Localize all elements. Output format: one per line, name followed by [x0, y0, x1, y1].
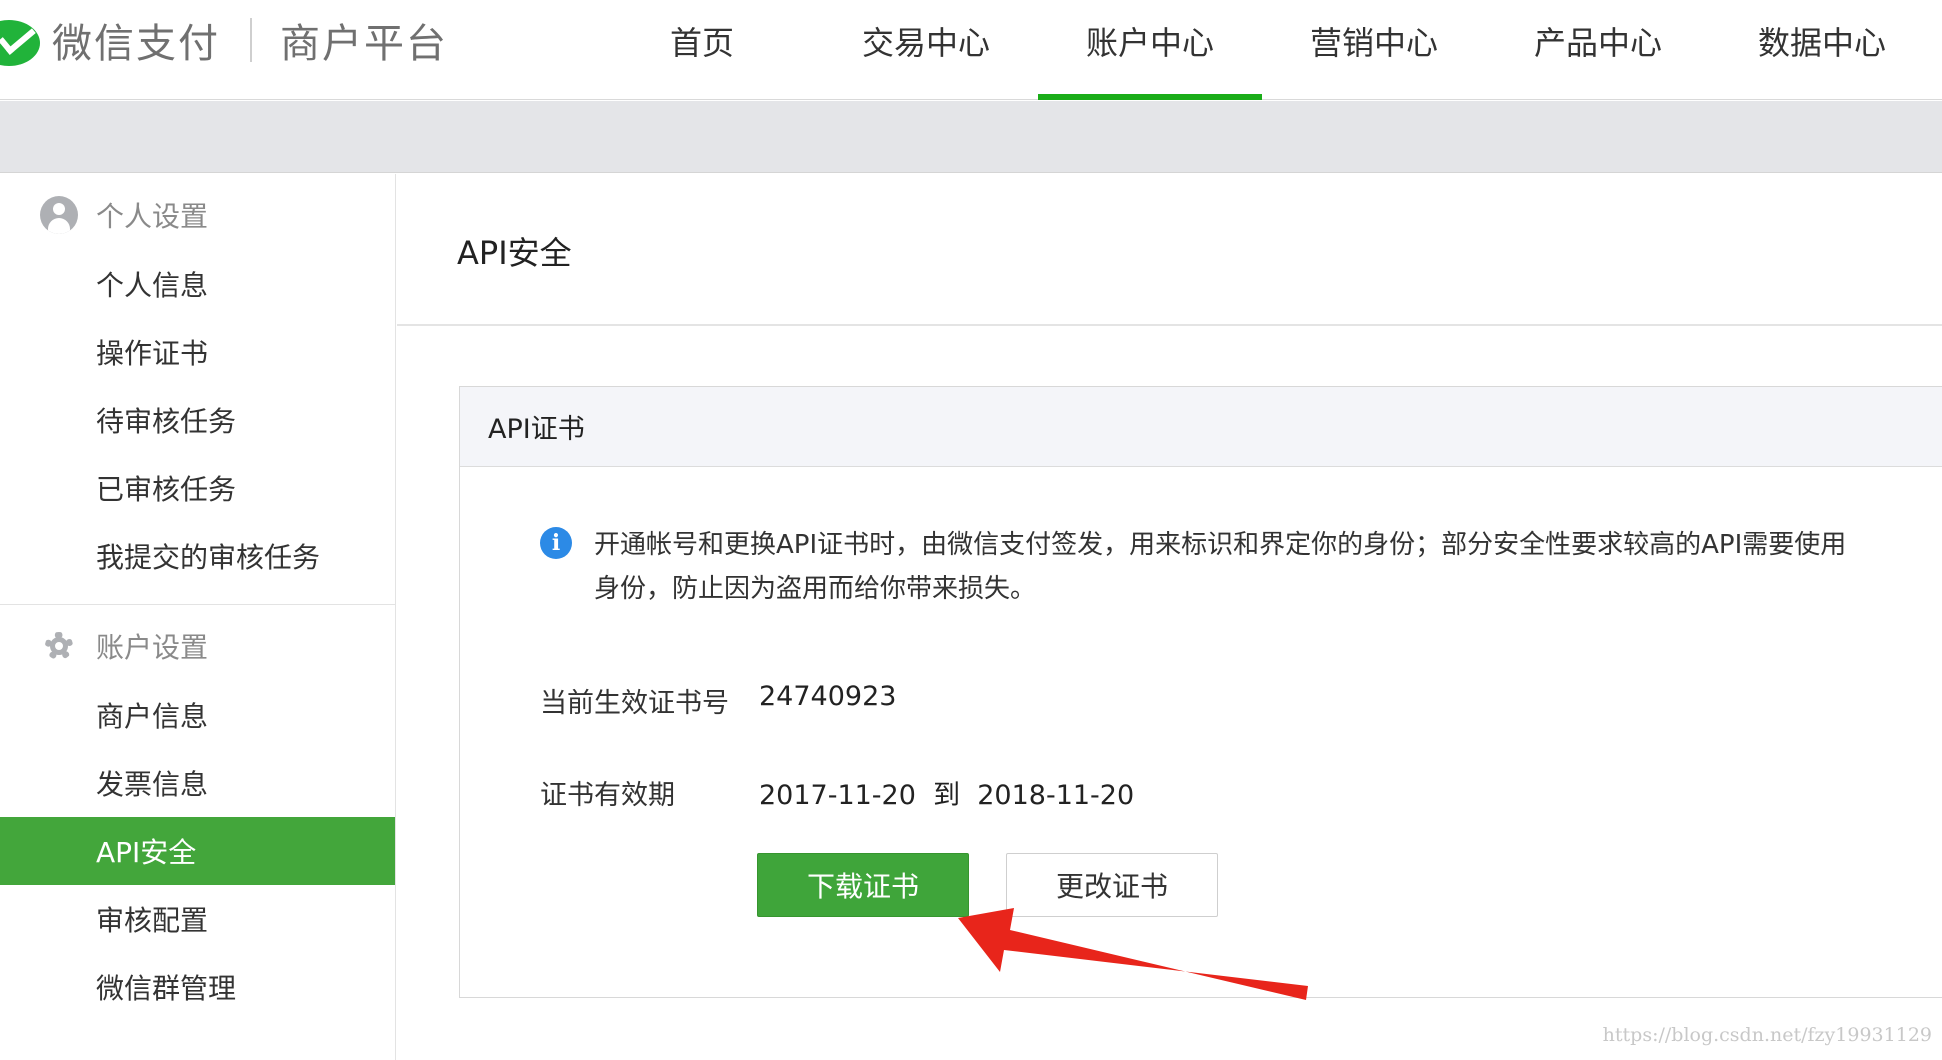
card-title: API证书: [460, 387, 1942, 467]
nav-trade-center[interactable]: 交易中心: [814, 0, 1038, 100]
sidebar-group-label: 账户设置: [96, 631, 209, 664]
sidebar-item-my-submitted[interactable]: 我提交的审核任务: [0, 522, 395, 590]
main-content: API安全 API证书 i 开通帐号和更换API证书时，由微信支付签发，用来标识…: [397, 174, 1942, 1060]
sidebar-item-pending-review[interactable]: 待审核任务: [0, 386, 395, 454]
watermark: https://blog.csdn.net/fzy19931129: [1602, 1024, 1932, 1046]
brand-logo[interactable]: 微信支付 商户平台: [0, 10, 448, 70]
cert-number-label: 当前生效证书号: [540, 688, 729, 719]
wechat-pay-logo-icon: [0, 10, 46, 70]
sidebar-item-personal-info[interactable]: 个人信息: [0, 250, 395, 318]
sidebar-item-operation-cert[interactable]: 操作证书: [0, 318, 395, 386]
notice-line-2: 身份，防止因为盗用而给你带来损失。: [594, 574, 1037, 604]
top-header: 微信支付 商户平台 首页 交易中心 账户中心 营销中心 产品中心 数据中心: [0, 0, 1942, 100]
sidebar-divider: [0, 604, 395, 605]
sidebar-group-personal: 个人设置 个人信息 操作证书 待审核任务 已审核任务 我提交的审核任务: [0, 180, 395, 605]
nav-product-center[interactable]: 产品中心: [1486, 0, 1710, 100]
main-nav: 首页 交易中心 账户中心 营销中心 产品中心 数据中心: [590, 0, 1934, 100]
gear-icon: [40, 627, 78, 665]
title-divider: [397, 324, 1942, 326]
brand-name: 微信支付: [52, 21, 220, 67]
cert-number-value: 24740923: [759, 681, 897, 712]
sidebar: 个人设置 个人信息 操作证书 待审核任务 已审核任务 我提交的审核任务 账户设置…: [0, 174, 396, 1060]
brand-subtitle: 商户平台: [280, 21, 448, 67]
sidebar-group-title: 账户设置: [0, 611, 395, 681]
page-title: API安全: [457, 234, 572, 272]
info-icon: i: [540, 527, 572, 559]
sidebar-item-api-security[interactable]: API安全: [0, 817, 395, 885]
nav-account-center[interactable]: 账户中心: [1038, 0, 1262, 100]
notice-line-1: 开通帐号和更换API证书时，由微信支付签发，用来标识和界定你的身份；部分安全性要…: [594, 530, 1847, 560]
nav-home[interactable]: 首页: [590, 0, 814, 100]
sidebar-group-title: 个人设置: [0, 180, 395, 250]
download-cert-button[interactable]: 下载证书: [757, 853, 969, 917]
sub-header-band: [0, 101, 1942, 173]
nav-marketing-center[interactable]: 营销中心: [1262, 0, 1486, 100]
sidebar-item-reviewed[interactable]: 已审核任务: [0, 454, 395, 522]
api-cert-card: API证书 i 开通帐号和更换API证书时，由微信支付签发，用来标识和界定你的身…: [459, 386, 1942, 998]
sidebar-item-invoice-info[interactable]: 发票信息: [0, 749, 395, 817]
sidebar-item-wechat-group[interactable]: 微信群管理: [0, 953, 395, 1021]
person-icon: [40, 196, 78, 234]
validity-value: 2017-11-20 到 2018-11-20: [759, 780, 1135, 811]
sidebar-item-review-config[interactable]: 审核配置: [0, 885, 395, 953]
nav-data-center[interactable]: 数据中心: [1710, 0, 1934, 100]
notice-text: 开通帐号和更换API证书时，由微信支付签发，用来标识和界定你的身份；部分安全性要…: [594, 523, 1942, 611]
brand-separator: [250, 18, 252, 62]
change-cert-button[interactable]: 更改证书: [1006, 853, 1218, 917]
validity-label: 证书有效期: [540, 780, 675, 811]
sidebar-group-label: 个人设置: [96, 200, 209, 233]
sidebar-group-account: 账户设置 商户信息 发票信息 API安全 审核配置 微信群管理: [0, 611, 395, 1021]
sidebar-item-merchant-info[interactable]: 商户信息: [0, 681, 395, 749]
